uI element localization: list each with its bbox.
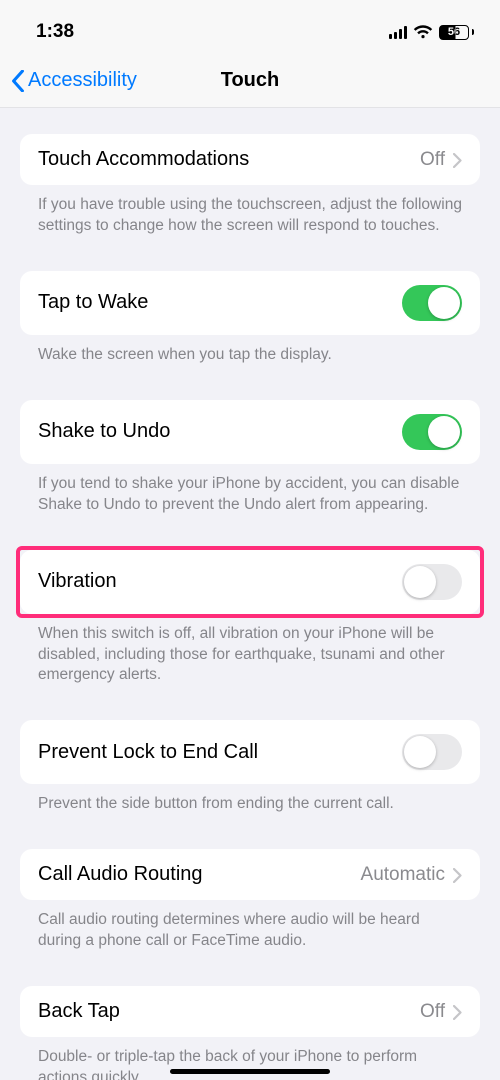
row-label: Tap to Wake bbox=[38, 291, 148, 314]
status-time: 1:38 bbox=[36, 21, 74, 43]
row-touch-accommodations[interactable]: Touch Accommodations Off bbox=[20, 134, 480, 185]
row-shake-to-undo: Shake to Undo bbox=[20, 400, 480, 464]
status-icons: 56 bbox=[389, 25, 475, 40]
row-label: Vibration bbox=[38, 570, 117, 593]
status-bar: 1:38 56 bbox=[0, 0, 500, 54]
chevron-right-icon bbox=[453, 1004, 462, 1019]
row-footer: If you tend to shake your iPhone by acci… bbox=[20, 464, 480, 516]
row-footer: Call audio routing determines where audi… bbox=[20, 900, 480, 952]
toggle-prevent-lock-end-call[interactable] bbox=[402, 734, 462, 770]
toggle-shake-to-undo[interactable] bbox=[402, 414, 462, 450]
battery-icon: 56 bbox=[439, 25, 474, 40]
back-label: Accessibility bbox=[28, 69, 137, 92]
row-value: Off bbox=[420, 1001, 462, 1023]
toggle-vibration[interactable] bbox=[402, 564, 462, 600]
row-vibration: Vibration bbox=[20, 550, 480, 614]
row-footer: Prevent the side button from ending the … bbox=[20, 784, 480, 815]
row-value: Automatic bbox=[361, 864, 462, 886]
cellular-signal-icon bbox=[389, 26, 408, 39]
chevron-left-icon bbox=[10, 70, 26, 92]
row-back-tap[interactable]: Back Tap Off bbox=[20, 986, 480, 1037]
content-scroll[interactable]: Touch Accommodations Off If you have tro… bbox=[0, 108, 500, 1080]
settings-touch-screen: 1:38 56 Accessibility Touch Touch Accomm… bbox=[0, 0, 500, 1080]
row-label: Shake to Undo bbox=[38, 420, 170, 443]
row-label: Prevent Lock to End Call bbox=[38, 741, 258, 764]
back-button[interactable]: Accessibility bbox=[10, 69, 221, 92]
row-prevent-lock-end-call: Prevent Lock to End Call bbox=[20, 720, 480, 784]
nav-bar: Accessibility Touch bbox=[0, 54, 500, 108]
row-footer: Wake the screen when you tap the display… bbox=[20, 335, 480, 366]
row-label: Touch Accommodations bbox=[38, 148, 249, 171]
row-footer: When this switch is off, all vibration o… bbox=[20, 614, 480, 687]
row-footer: If you have trouble using the touchscree… bbox=[20, 185, 480, 237]
toggle-tap-to-wake[interactable] bbox=[402, 285, 462, 321]
chevron-right-icon bbox=[453, 152, 462, 167]
wifi-icon bbox=[413, 25, 433, 39]
chevron-right-icon bbox=[453, 867, 462, 882]
row-label: Back Tap bbox=[38, 1000, 120, 1023]
page-title: Touch bbox=[221, 69, 280, 92]
row-tap-to-wake: Tap to Wake bbox=[20, 271, 480, 335]
row-call-audio-routing[interactable]: Call Audio Routing Automatic bbox=[20, 849, 480, 900]
row-label: Call Audio Routing bbox=[38, 863, 203, 886]
row-value: Off bbox=[420, 149, 462, 171]
home-indicator bbox=[170, 1069, 330, 1074]
